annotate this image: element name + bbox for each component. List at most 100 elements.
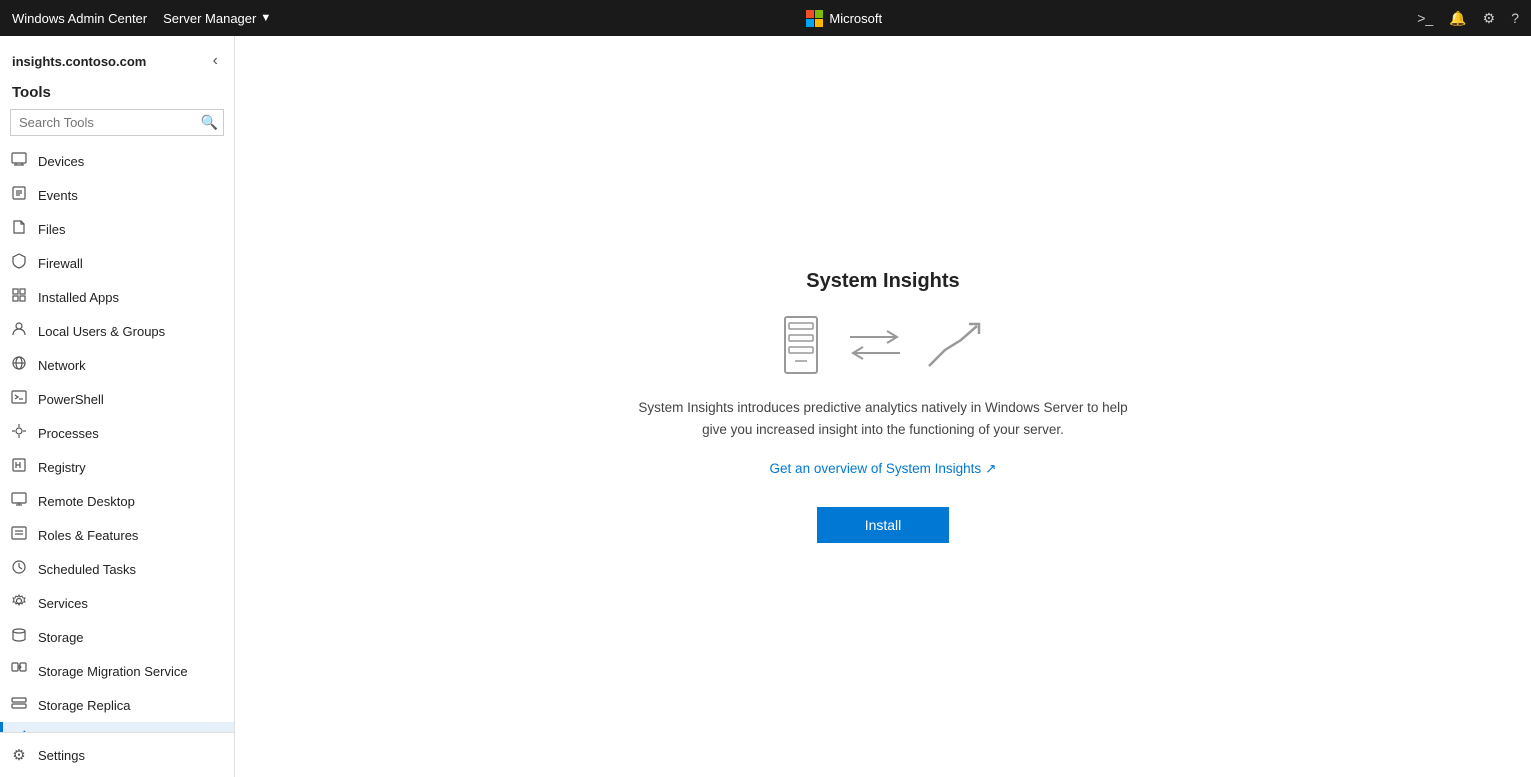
main-content: System Insights [235, 36, 1531, 777]
topbar-right: >_ 🔔 ⚙ ? [1417, 10, 1519, 27]
sidebar-item-system-insights[interactable]: System Insights [0, 722, 234, 732]
sidebar-item-storage-replica[interactable]: Storage Replica [0, 688, 234, 722]
devices-label: Devices [38, 154, 84, 169]
sidebar-item-files[interactable]: Files [0, 212, 234, 246]
sidebar-item-registry[interactable]: Registry [0, 450, 234, 484]
search-button[interactable]: 🔍 [201, 114, 218, 131]
settings-icon[interactable]: ⚙ [1483, 10, 1496, 27]
roles-features-icon [10, 525, 28, 545]
system-insights-label: System Insights [38, 732, 130, 733]
local-users-groups-label: Local Users & Groups [38, 324, 165, 339]
sidebar-item-settings[interactable]: ⚙ Settings [0, 739, 234, 771]
external-link-icon: ↗ [985, 461, 996, 477]
files-icon [10, 219, 28, 239]
server-manager-label: Server Manager [163, 11, 256, 26]
registry-icon [10, 457, 28, 477]
tools-header: Tools [0, 78, 234, 105]
registry-label: Registry [38, 460, 86, 475]
chart-icon [925, 318, 989, 372]
sidebar-item-installed-apps[interactable]: Installed Apps [0, 280, 234, 314]
storage-replica-icon [10, 695, 28, 715]
connection-title: insights.contoso.com [12, 54, 146, 69]
server-manager-chevron: ▼ [260, 12, 271, 24]
topbar-center: Microsoft [271, 10, 1417, 27]
system-insights-icon [10, 729, 28, 732]
installed-apps-label: Installed Apps [38, 290, 119, 305]
sidebar-item-remote-desktop[interactable]: Remote Desktop [0, 484, 234, 518]
ms-square-blue [806, 19, 814, 27]
files-label: Files [38, 222, 65, 237]
app-title: Windows Admin Center [12, 11, 147, 26]
local-users-groups-icon [10, 321, 28, 341]
powershell-label: PowerShell [38, 392, 104, 407]
sidebar: insights.contoso.com ‹ Tools 🔍 Devices Ev… [0, 36, 235, 777]
scheduled-tasks-label: Scheduled Tasks [38, 562, 136, 577]
events-icon [10, 185, 28, 205]
overview-link[interactable]: Get an overview of System Insights ↗ [770, 461, 997, 477]
powershell-icon [10, 389, 28, 409]
server-icon [777, 313, 825, 377]
storage-replica-label: Storage Replica [38, 698, 131, 713]
sidebar-item-processes[interactable]: Processes [0, 416, 234, 450]
sidebar-item-storage-migration[interactable]: Storage Migration Service [0, 654, 234, 688]
remote-desktop-icon [10, 491, 28, 511]
installed-apps-icon [10, 287, 28, 307]
feature-icons [777, 313, 989, 377]
server-manager-menu[interactable]: Server Manager ▼ [163, 11, 271, 26]
firewall-icon [10, 253, 28, 273]
microsoft-logo: Microsoft [806, 10, 882, 27]
ms-square-yellow [815, 19, 823, 27]
main-title: System Insights [806, 270, 959, 293]
sidebar-item-firewall[interactable]: Firewall [0, 246, 234, 280]
sidebar-item-powershell[interactable]: PowerShell [0, 382, 234, 416]
services-icon [10, 593, 28, 613]
storage-migration-label: Storage Migration Service [38, 664, 188, 679]
search-box: 🔍 [10, 109, 224, 136]
terminal-icon[interactable]: >_ [1417, 10, 1433, 26]
processes-label: Processes [38, 426, 99, 441]
topbar: Windows Admin Center Server Manager ▼ Mi… [0, 0, 1531, 36]
storage-icon [10, 627, 28, 647]
sidebar-bottom: ⚙ Settings [0, 732, 234, 777]
sidebar-item-events[interactable]: Events [0, 178, 234, 212]
sidebar-header: insights.contoso.com ‹ [0, 36, 234, 78]
help-icon[interactable]: ? [1511, 10, 1519, 26]
install-description: System Insights introduces predictive an… [638, 397, 1127, 440]
storage-migration-icon [10, 661, 28, 681]
sidebar-item-local-users-groups[interactable]: Local Users & Groups [0, 314, 234, 348]
roles-features-label: Roles & Features [38, 528, 138, 543]
devices-icon [10, 151, 28, 171]
firewall-label: Firewall [38, 256, 83, 271]
install-panel: System Insights [638, 270, 1127, 542]
content-area: insights.contoso.com ‹ Tools 🔍 Devices Ev… [0, 36, 1531, 777]
sidebar-item-roles-features[interactable]: Roles & Features [0, 518, 234, 552]
tools-label: Tools [12, 84, 51, 101]
scheduled-tasks-icon [10, 559, 28, 579]
settings-label: Settings [38, 748, 85, 763]
sidebar-nav: Devices Events Files Firewall Installed Apps… [0, 144, 234, 732]
ms-square-green [815, 10, 823, 18]
arrows-icon [845, 325, 905, 365]
network-label: Network [38, 358, 86, 373]
bell-icon[interactable]: 🔔 [1449, 10, 1466, 27]
search-input[interactable] [10, 109, 224, 136]
install-button[interactable]: Install [817, 507, 950, 543]
sidebar-item-network[interactable]: Network [0, 348, 234, 382]
network-icon [10, 355, 28, 375]
storage-label: Storage [38, 630, 84, 645]
sidebar-item-scheduled-tasks[interactable]: Scheduled Tasks [0, 552, 234, 586]
overview-link-text: Get an overview of System Insights [770, 461, 982, 476]
topbar-left: Windows Admin Center Server Manager ▼ [12, 11, 271, 26]
events-label: Events [38, 188, 78, 203]
services-label: Services [38, 596, 88, 611]
microsoft-text: Microsoft [829, 11, 882, 26]
sidebar-collapse-button[interactable]: ‹ [209, 50, 222, 72]
sidebar-item-storage[interactable]: Storage [0, 620, 234, 654]
ms-squares [806, 10, 823, 27]
remote-desktop-label: Remote Desktop [38, 494, 135, 509]
processes-icon [10, 423, 28, 443]
settings-nav-icon: ⚙ [10, 746, 28, 764]
sidebar-item-services[interactable]: Services [0, 586, 234, 620]
ms-square-red [806, 10, 814, 18]
sidebar-item-devices[interactable]: Devices [0, 144, 234, 178]
